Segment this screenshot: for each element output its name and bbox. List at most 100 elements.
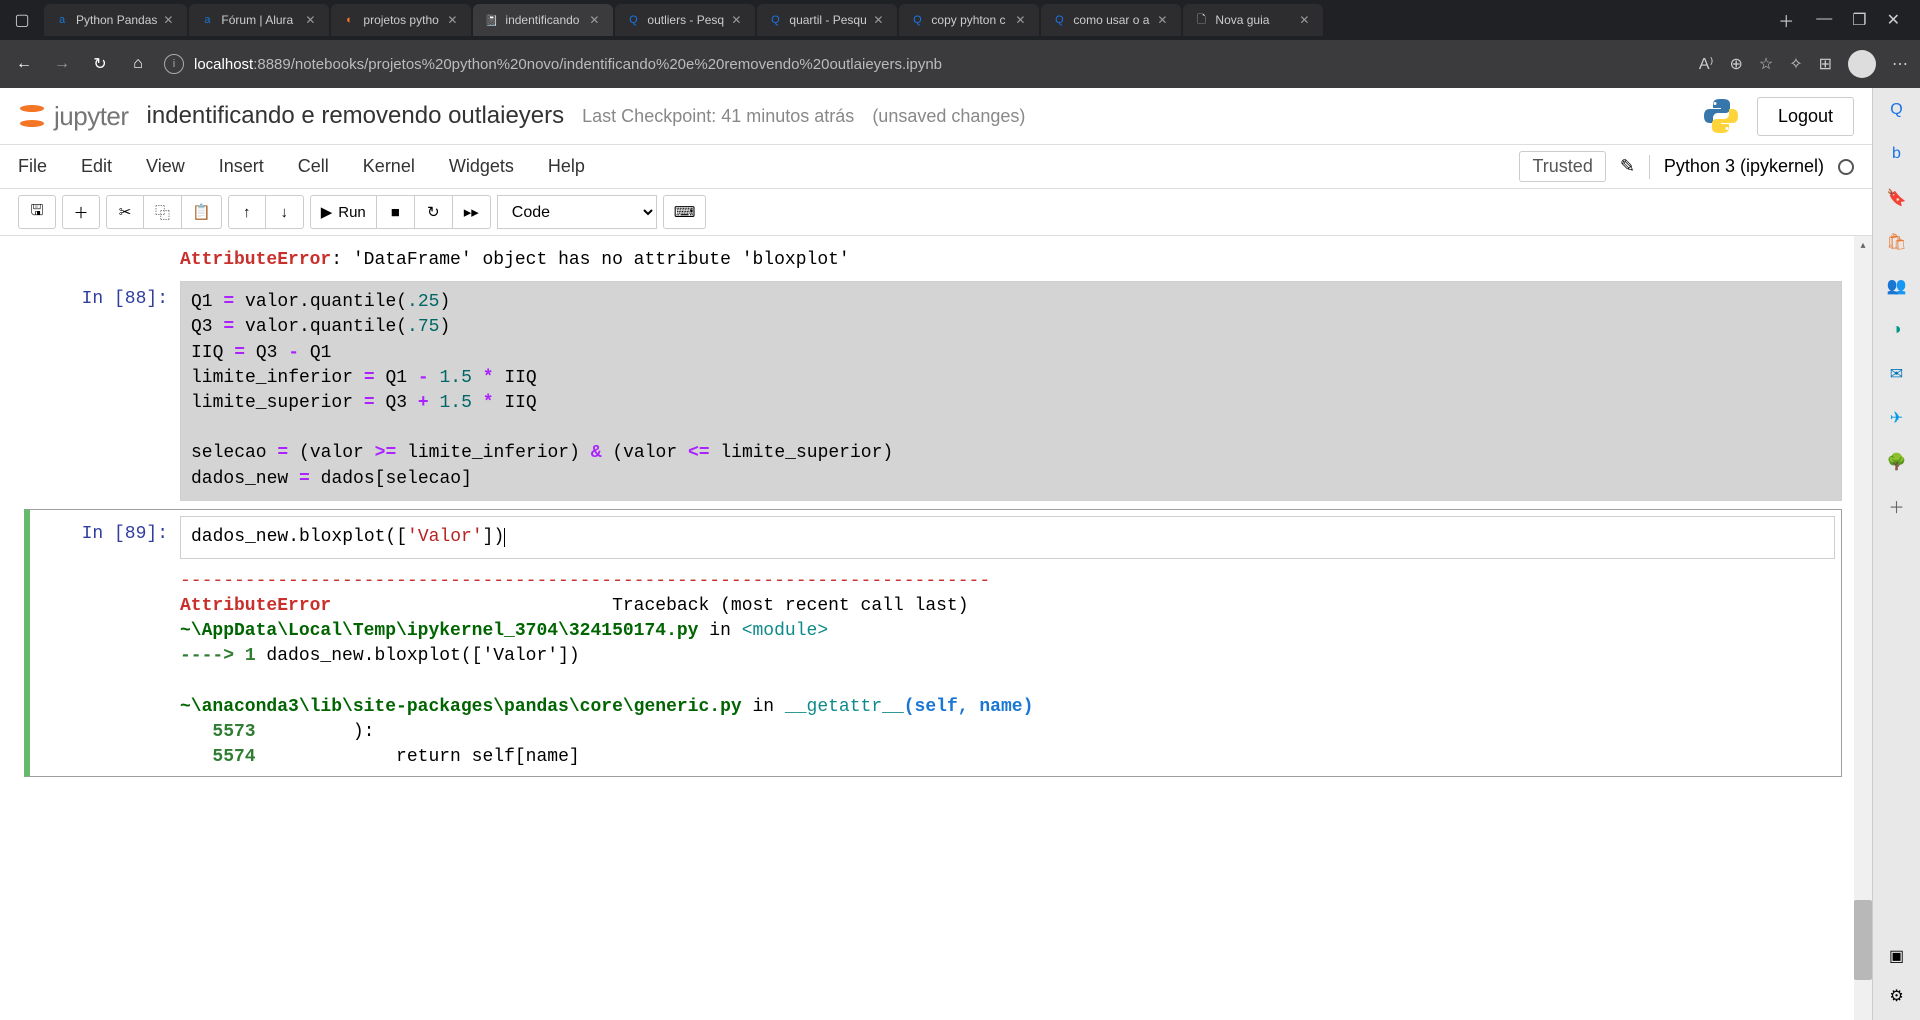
tab-actions-icon[interactable]: ▢ xyxy=(8,6,36,34)
new-tab-button[interactable]: ＋ xyxy=(1768,8,1804,32)
profile-avatar-icon[interactable] xyxy=(1848,50,1876,78)
site-info-icon[interactable]: i xyxy=(164,54,184,74)
tab-favicon: 🗋 xyxy=(1193,12,1209,28)
cell-prompt: In [88]: xyxy=(30,281,180,501)
tab-close-icon[interactable]: ✕ xyxy=(1299,13,1313,27)
save-button[interactable]: 🖫 xyxy=(18,195,56,229)
kernel-name[interactable]: Python 3 (ipykernel) xyxy=(1664,156,1824,177)
tools-side-icon[interactable]: ◑ xyxy=(1885,318,1909,342)
menu-cell[interactable]: Cell xyxy=(298,156,329,177)
collapse-side-icon[interactable]: ▣ xyxy=(1885,944,1909,968)
code-input[interactable]: dados_new.bloxplot(['Valor']) xyxy=(180,516,1835,559)
search-side-icon[interactable]: Q xyxy=(1885,98,1909,122)
outlook-side-icon[interactable]: ✉ xyxy=(1885,362,1909,386)
tab-close-icon[interactable]: ✕ xyxy=(873,13,887,27)
code-input[interactable]: Q1 = valor.quantile(.25) Q3 = valor.quan… xyxy=(180,281,1842,501)
restart-button[interactable]: ↻ xyxy=(415,195,453,229)
window-close-icon[interactable]: ✕ xyxy=(1887,10,1900,30)
add-side-icon[interactable]: ＋ xyxy=(1885,494,1909,518)
bing-side-icon[interactable]: b xyxy=(1885,142,1909,166)
settings-side-icon[interactable]: ⚙ xyxy=(1885,984,1909,1008)
extensions-icon[interactable]: ⊞ xyxy=(1819,54,1832,74)
cut-button[interactable]: ✂ xyxy=(106,195,144,229)
nav-refresh-icon[interactable]: ↻ xyxy=(88,54,112,74)
browser-tab[interactable]: a Fórum | Alura ✕ xyxy=(189,4,329,36)
code-cell-89[interactable]: In [89]: dados_new.bloxplot(['Valor']) -… xyxy=(24,509,1842,778)
tab-close-icon[interactable]: ✕ xyxy=(163,13,177,27)
nav-forward-icon: → xyxy=(50,55,74,73)
notebook-area[interactable]: AttributeError: 'DataFrame' object has n… xyxy=(0,236,1872,1020)
url-path: :8889/notebooks/projetos%20python%20novo… xyxy=(253,56,942,73)
error-name: AttributeError xyxy=(180,250,331,270)
tab-close-icon[interactable]: ✕ xyxy=(305,13,319,27)
browser-tab[interactable]: Q como usar o a ✕ xyxy=(1041,4,1181,36)
menu-file[interactable]: File xyxy=(18,156,47,177)
browser-tab[interactable]: 📓 indentificando ✕ xyxy=(473,4,613,36)
tree-side-icon[interactable]: 🌳 xyxy=(1885,450,1909,474)
browser-tab[interactable]: a Python Pandas ✕ xyxy=(44,4,187,36)
tab-label: projetos pytho xyxy=(363,13,441,27)
code-cell-88[interactable]: In [88]: Q1 = valor.quantile(.25) Q3 = v… xyxy=(30,281,1842,501)
send-side-icon[interactable]: ✈ xyxy=(1885,406,1909,430)
url-host: localhost xyxy=(194,56,253,73)
nav-home-icon[interactable]: ⌂ xyxy=(126,55,150,73)
jupyter-toolbar: 🖫 ＋ ✂ ⿻ 📋 ↑ ↓ ▶ Run ■ ↻ ▸▸ Code ⌨ xyxy=(0,189,1872,236)
command-palette-button[interactable]: ⌨ xyxy=(663,195,707,229)
menu-insert[interactable]: Insert xyxy=(219,156,264,177)
move-down-button[interactable]: ↓ xyxy=(266,195,304,229)
more-icon[interactable]: ⋯ xyxy=(1892,54,1908,74)
tab-close-icon[interactable]: ✕ xyxy=(731,13,745,27)
tag-side-icon[interactable]: 🔖 xyxy=(1885,186,1909,210)
tab-favicon: ◐ xyxy=(341,12,357,28)
edit-icon[interactable]: ✎ xyxy=(1620,156,1635,177)
paste-button[interactable]: 📋 xyxy=(182,195,222,229)
collections-icon[interactable]: ✧ xyxy=(1789,54,1802,74)
menu-edit[interactable]: Edit xyxy=(81,156,112,177)
tab-favicon: 📓 xyxy=(483,12,499,28)
nav-back-icon[interactable]: ← xyxy=(12,55,36,73)
menu-help[interactable]: Help xyxy=(548,156,585,177)
window-minimize-icon[interactable]: — xyxy=(1816,10,1832,30)
logout-button[interactable]: Logout xyxy=(1757,97,1854,136)
people-side-icon[interactable]: 👥 xyxy=(1885,274,1909,298)
tab-close-icon[interactable]: ✕ xyxy=(447,13,461,27)
checkpoint-text: Last Checkpoint: 41 minutos atrás xyxy=(582,106,854,127)
jupyter-header: jupyter indentificando e removendo outla… xyxy=(0,88,1872,145)
tab-label: Nova guia xyxy=(1215,13,1293,27)
read-aloud-icon[interactable]: A⁾ xyxy=(1699,54,1714,74)
zoom-icon[interactable]: ⊕ xyxy=(1729,54,1742,74)
tab-close-icon[interactable]: ✕ xyxy=(589,13,603,27)
add-cell-button[interactable]: ＋ xyxy=(62,195,100,229)
copy-button[interactable]: ⿻ xyxy=(144,195,182,229)
unsaved-text: (unsaved changes) xyxy=(872,106,1025,127)
restart-run-all-button[interactable]: ▸▸ xyxy=(453,195,491,229)
window-maximize-icon[interactable]: ❐ xyxy=(1852,10,1866,30)
menu-widgets[interactable]: Widgets xyxy=(449,156,514,177)
notebook-title[interactable]: indentificando e removendo outlaieyers xyxy=(147,102,565,130)
browser-tab-strip: ▢ a Python Pandas ✕a Fórum | Alura ✕◐ pr… xyxy=(0,0,1920,40)
url-field[interactable]: i localhost:8889/notebooks/projetos%20py… xyxy=(164,54,1685,74)
move-up-button[interactable]: ↑ xyxy=(228,195,266,229)
browser-tab[interactable]: ◐ projetos pytho ✕ xyxy=(331,4,471,36)
tab-close-icon[interactable]: ✕ xyxy=(1015,13,1029,27)
browser-tab[interactable]: Q copy pyhton c ✕ xyxy=(899,4,1039,36)
tab-close-icon[interactable]: ✕ xyxy=(1157,13,1171,27)
trusted-button[interactable]: Trusted xyxy=(1519,151,1605,182)
tab-favicon: a xyxy=(54,12,70,28)
favorite-icon[interactable]: ☆ xyxy=(1759,54,1773,74)
interrupt-button[interactable]: ■ xyxy=(377,195,415,229)
tab-label: copy pyhton c xyxy=(931,13,1009,27)
menu-view[interactable]: View xyxy=(146,156,185,177)
browser-tab[interactable]: Q outliers - Pesq ✕ xyxy=(615,4,755,36)
menu-kernel[interactable]: Kernel xyxy=(363,156,415,177)
scrollbar-thumb[interactable] xyxy=(1854,900,1872,980)
jupyter-logo[interactable]: jupyter xyxy=(18,101,129,132)
kernel-indicator-icon[interactable] xyxy=(1838,159,1854,175)
cell-type-select[interactable]: Code xyxy=(497,195,657,229)
run-button[interactable]: ▶ Run xyxy=(310,195,377,229)
scroll-up-icon[interactable]: ▴ xyxy=(1854,236,1872,254)
tab-label: Fórum | Alura xyxy=(221,13,299,27)
shopping-side-icon[interactable]: 🛍 xyxy=(1885,230,1909,254)
browser-tab[interactable]: Q quartil - Pesqu ✕ xyxy=(757,4,897,36)
browser-tab[interactable]: 🗋 Nova guia ✕ xyxy=(1183,4,1323,36)
